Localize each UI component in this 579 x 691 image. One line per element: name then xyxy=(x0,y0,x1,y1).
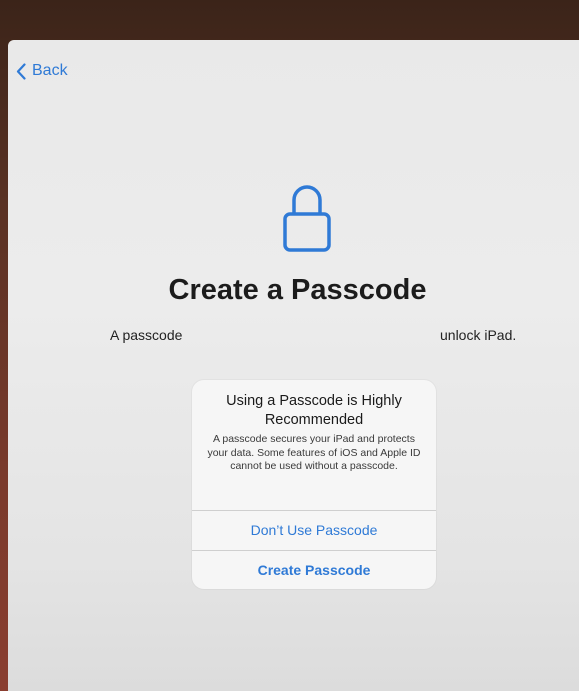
chevron-left-icon xyxy=(16,62,26,80)
dont-use-passcode-button[interactable]: Don’t Use Passcode xyxy=(192,511,436,549)
ipad-screen: Back Create a Passcode A passcode unlock… xyxy=(8,40,579,691)
back-button[interactable]: Back xyxy=(16,62,68,80)
page-subtitle-start: A passcode xyxy=(110,327,183,343)
page-subtitle-end: unlock iPad. xyxy=(440,327,517,343)
create-passcode-button[interactable]: Create Passcode xyxy=(192,551,436,589)
passcode-alert-dialog: Using a Passcode is Highly Recommended A… xyxy=(192,380,436,589)
back-label: Back xyxy=(32,62,68,79)
photo-background: Back Create a Passcode A passcode unlock… xyxy=(0,0,579,691)
lock-icon xyxy=(283,185,331,252)
alert-title: Using a Passcode is Highly Recommended xyxy=(226,393,402,428)
alert-message: A passcode secures your iPad and protect… xyxy=(207,433,421,472)
page-title: Create a Passcode xyxy=(168,274,427,306)
